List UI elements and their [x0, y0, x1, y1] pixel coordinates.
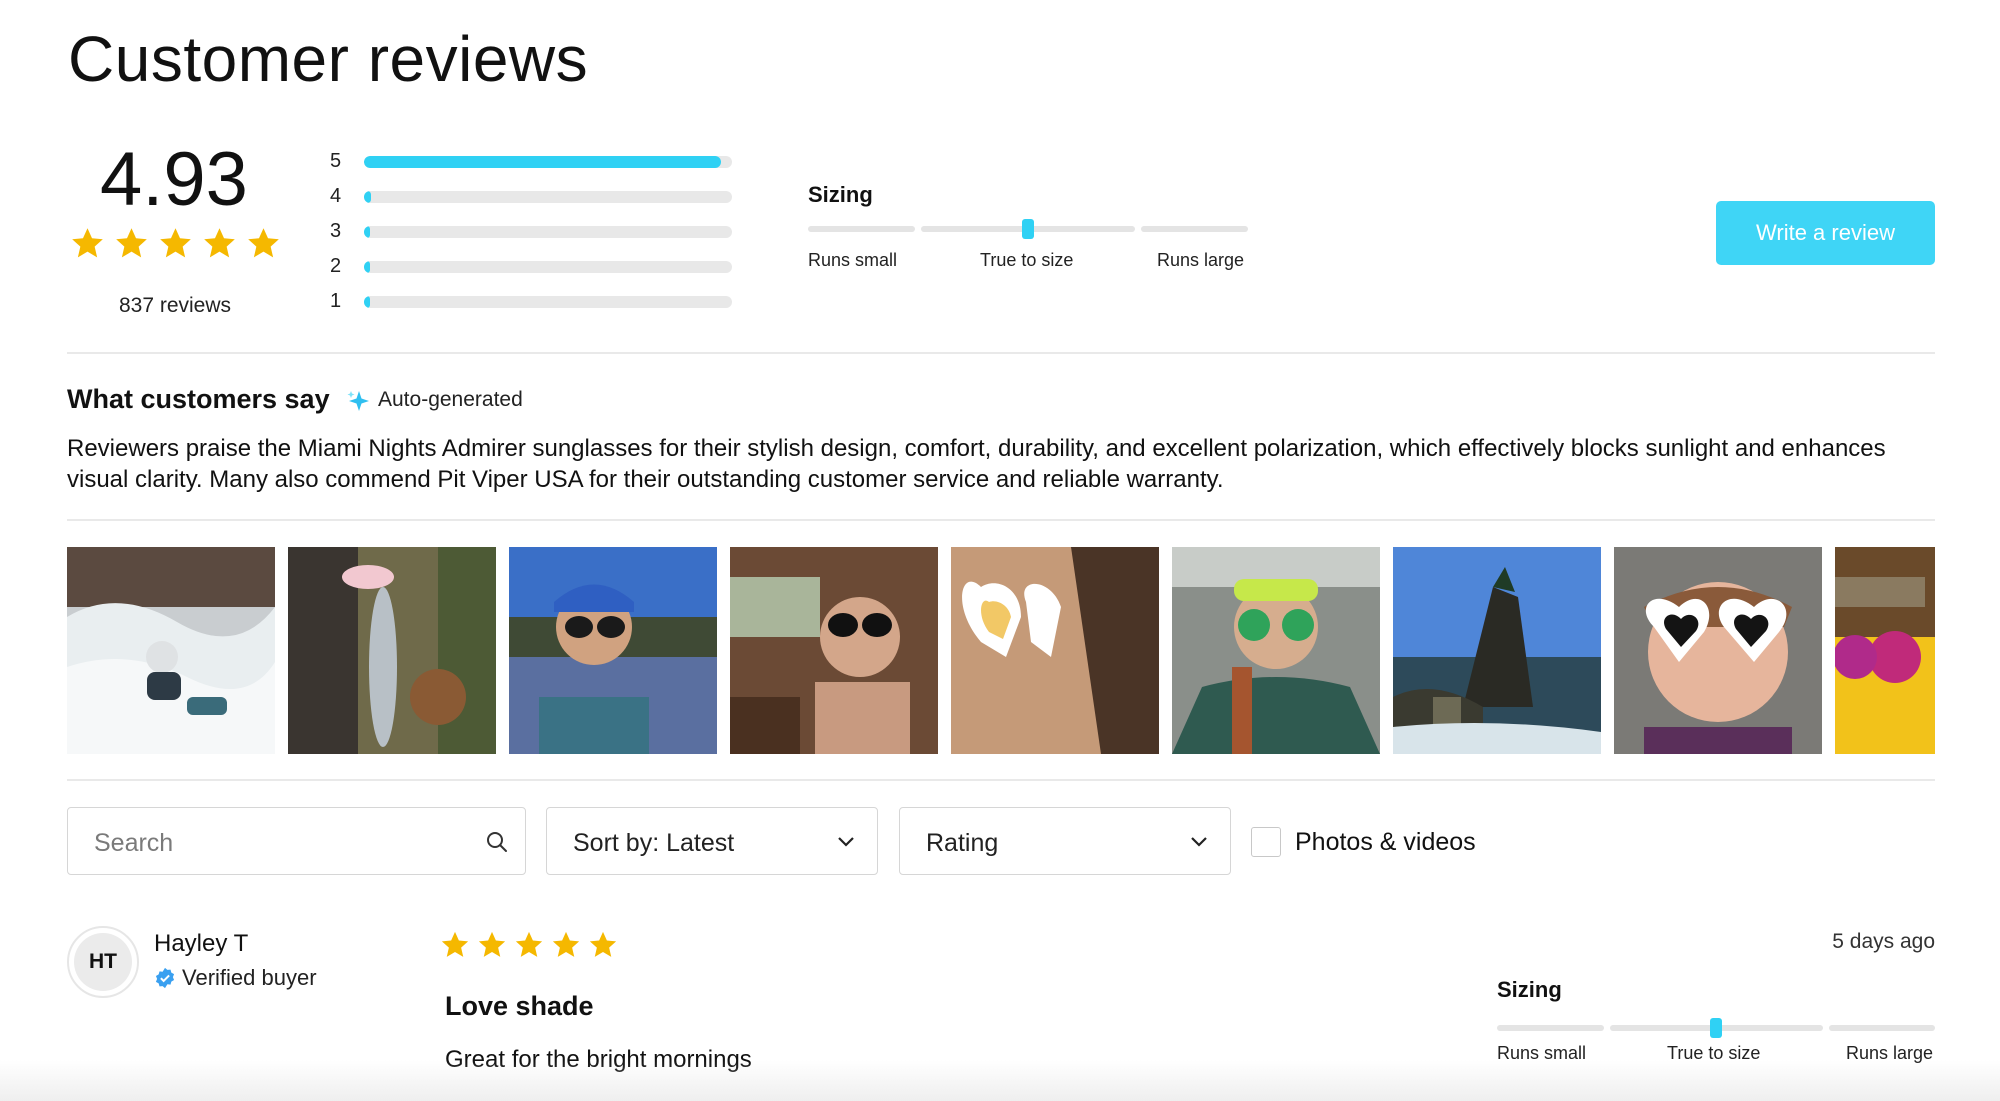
auto-generated-badge: Auto-generated [378, 388, 523, 411]
photos-videos-checkbox[interactable] [1251, 827, 1281, 857]
review-photo-fish-and-dog[interactable] [288, 547, 496, 754]
photos-videos-label[interactable]: Photos & videos [1295, 828, 1476, 857]
review-photo-heart-sunglasses-closeup[interactable] [951, 547, 1159, 754]
review-sizing: Sizing Runs small True to size Runs larg… [1497, 977, 1935, 1077]
review-title: Love shade [445, 991, 594, 1021]
histogram-label: 1 [330, 290, 342, 312]
review-stars [440, 930, 618, 960]
sizing-option-large: Runs large [1846, 1043, 1934, 1063]
write-review-button[interactable]: Write a review [1716, 201, 1935, 265]
histogram-track [364, 296, 732, 308]
sizing-option-small: Runs small [808, 250, 898, 270]
histogram-row-2[interactable]: 2 [330, 253, 732, 283]
avatar: HT [67, 926, 139, 998]
average-stars [70, 226, 281, 261]
review-count: 837 reviews [118, 294, 232, 317]
search-input[interactable]: Search [67, 807, 526, 875]
rating-filter-label: Rating [926, 829, 999, 857]
search-icon[interactable] [485, 830, 509, 854]
review-summary-text: Reviewers praise the Miami Nights Admire… [67, 435, 1886, 493]
sizing-option-small: Runs small [1497, 1043, 1587, 1063]
star-icon [160, 228, 191, 258]
star-icon [441, 931, 469, 957]
chevron-down-icon [838, 837, 854, 847]
sizing-segment [1497, 1025, 1604, 1031]
histogram-fill [364, 226, 370, 238]
chevron-down-icon [1191, 837, 1207, 847]
sizing-option-true: True to size [980, 250, 1074, 270]
histogram-fill [364, 296, 370, 308]
verified-buyer-label: Verified buyer [182, 965, 317, 990]
sort-select[interactable]: Sort by: Latest [546, 807, 878, 875]
star-icon [589, 931, 617, 957]
histogram-row-1[interactable]: 1 [330, 288, 732, 318]
star-icon [248, 228, 279, 258]
histogram-track [364, 191, 732, 203]
sort-label: Sort by: Latest [573, 829, 735, 857]
star-icon [552, 931, 580, 957]
histogram-track [364, 261, 732, 273]
histogram-fill [364, 191, 372, 203]
star-icon [116, 228, 147, 258]
divider [67, 779, 1935, 781]
star-icon [72, 228, 103, 258]
histogram-track [364, 156, 732, 168]
review-photo-green-sunglasses-car[interactable] [1172, 547, 1380, 754]
review-photo-white-heart-sunglasses[interactable] [1614, 547, 1822, 754]
search-placeholder: Search [94, 829, 174, 857]
histogram-label: 4 [330, 185, 342, 207]
star-icon [478, 931, 506, 957]
histogram-label: 5 [330, 150, 342, 172]
review-date: 5 days ago [1832, 930, 1935, 953]
sizing-label: Sizing [808, 182, 873, 207]
histogram-row-3[interactable]: 3 [330, 218, 732, 248]
sizing-summary: Sizing Runs small True to size Runs larg… [808, 182, 1248, 282]
divider [67, 352, 1935, 354]
sizing-indicator [1022, 219, 1034, 239]
histogram-label: 3 [330, 220, 342, 242]
verified-check-icon [155, 967, 175, 989]
sizing-indicator [1710, 1018, 1722, 1038]
rating-select[interactable]: Rating [899, 807, 1231, 875]
sizing-segment [1141, 226, 1248, 232]
sizing-option-true: True to size [1667, 1043, 1761, 1063]
what-customers-say-title: What customers say [67, 384, 330, 414]
divider [67, 519, 1935, 521]
histogram-fill [364, 156, 721, 168]
average-rating: 4.93 [100, 137, 248, 222]
histogram-row-4[interactable]: 4 [330, 183, 732, 213]
sizing-segment [1829, 1025, 1935, 1031]
star-icon [515, 931, 543, 957]
histogram-fill [364, 261, 370, 273]
review-body: Great for the bright mornings [445, 1046, 752, 1073]
avatar-initials: HT [74, 933, 132, 991]
review-photo-river-swimmer[interactable] [67, 547, 275, 754]
histogram-track [364, 226, 732, 238]
sizing-segment [808, 226, 915, 232]
histogram-row-5[interactable]: 5 [330, 148, 732, 178]
star-icon [204, 228, 235, 258]
review-photo-sunglasses-on-yellow[interactable] [1835, 547, 1935, 754]
review-photos-strip [67, 547, 1935, 754]
sizing-option-large: Runs large [1157, 250, 1245, 270]
review-photo-blue-cap-lake[interactable] [509, 547, 717, 754]
review-photo-cabin-selfie[interactable] [730, 547, 938, 754]
reviewer-name: Hayley T [154, 930, 249, 957]
sizing-label: Sizing [1497, 977, 1562, 1002]
sparkle-icon [347, 391, 369, 411]
page-title: Customer reviews [68, 23, 589, 95]
review-photo-coastal-rocks[interactable] [1393, 547, 1601, 754]
histogram-label: 2 [330, 255, 342, 277]
